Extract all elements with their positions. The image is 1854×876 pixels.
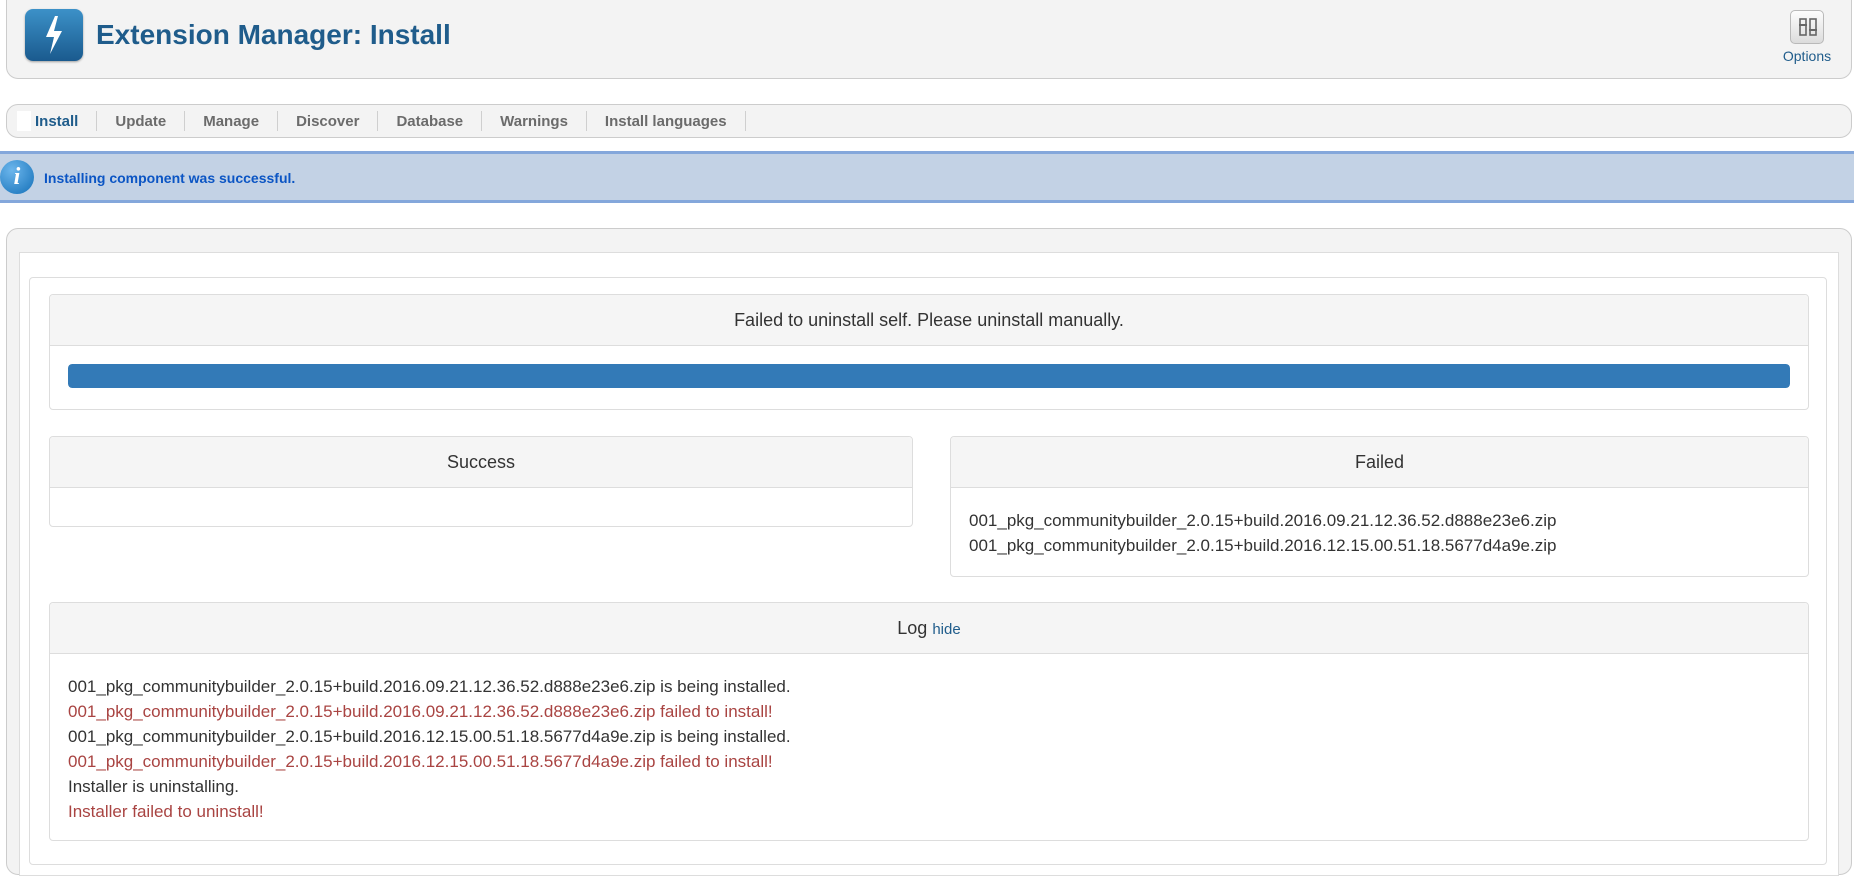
log-heading: Log hide	[50, 603, 1808, 654]
success-heading: Success	[50, 437, 912, 488]
failed-item: 001_pkg_communitybuilder_2.0.15+build.20…	[969, 511, 1557, 530]
status-panel: Failed to uninstall self. Please uninsta…	[49, 294, 1809, 410]
tab-warnings[interactable]: Warnings	[482, 111, 587, 131]
failed-heading: Failed	[951, 437, 1808, 488]
log-list: 001_pkg_communitybuilder_2.0.15+build.20…	[50, 654, 1808, 840]
success-list	[50, 488, 912, 520]
tab-manage[interactable]: Manage	[185, 111, 279, 131]
installer-well: Failed to uninstall self. Please uninsta…	[29, 277, 1827, 865]
log-title: Log	[897, 618, 928, 638]
failed-panel: Failed 001_pkg_communitybuilder_2.0.15+b…	[950, 436, 1809, 577]
hide-log-link[interactable]: hide	[932, 621, 960, 638]
subnav: Install Update Manage Discover Database …	[6, 104, 1852, 138]
success-panel: Success	[49, 436, 913, 527]
log-panel: Log hide 001_pkg_communitybuilder_2.0.15…	[49, 602, 1809, 841]
tab-database[interactable]: Database	[378, 111, 483, 131]
progress-track	[68, 364, 1790, 388]
tab-discover[interactable]: Discover	[278, 111, 379, 131]
log-line: 001_pkg_communitybuilder_2.0.15+build.20…	[68, 727, 791, 746]
log-line-error: 001_pkg_communitybuilder_2.0.15+build.20…	[68, 702, 773, 721]
system-message: i Installing component was successful.	[0, 151, 1854, 203]
log-line: 001_pkg_communitybuilder_2.0.15+build.20…	[68, 677, 791, 696]
main-container: Failed to uninstall self. Please uninsta…	[6, 228, 1852, 876]
log-line-error: 001_pkg_communitybuilder_2.0.15+build.20…	[68, 752, 773, 771]
content-area: Failed to uninstall self. Please uninsta…	[19, 252, 1839, 876]
log-line-error: Installer failed to uninstall!	[68, 802, 264, 821]
info-icon: i	[0, 160, 34, 194]
log-line: Installer is uninstalling.	[68, 777, 240, 796]
tab-update[interactable]: Update	[97, 111, 186, 131]
lightning-logo-icon	[25, 9, 83, 61]
toolbar-header: Extension Manager: Install Options	[6, 0, 1852, 79]
tab-install-languages[interactable]: Install languages	[587, 111, 746, 131]
options-button[interactable]: Options	[1779, 10, 1835, 68]
failed-list: 001_pkg_communitybuilder_2.0.15+build.20…	[951, 488, 1808, 574]
progress-bar	[68, 364, 1790, 388]
tab-install[interactable]: Install	[17, 111, 98, 131]
page-title: Extension Manager: Install	[96, 19, 451, 50]
message-text: Installing component was successful.	[44, 170, 296, 186]
options-label: Options	[1782, 48, 1832, 64]
failed-item: 001_pkg_communitybuilder_2.0.15+build.20…	[969, 536, 1557, 555]
options-icon	[1790, 10, 1824, 44]
status-heading: Failed to uninstall self. Please uninsta…	[50, 295, 1808, 346]
